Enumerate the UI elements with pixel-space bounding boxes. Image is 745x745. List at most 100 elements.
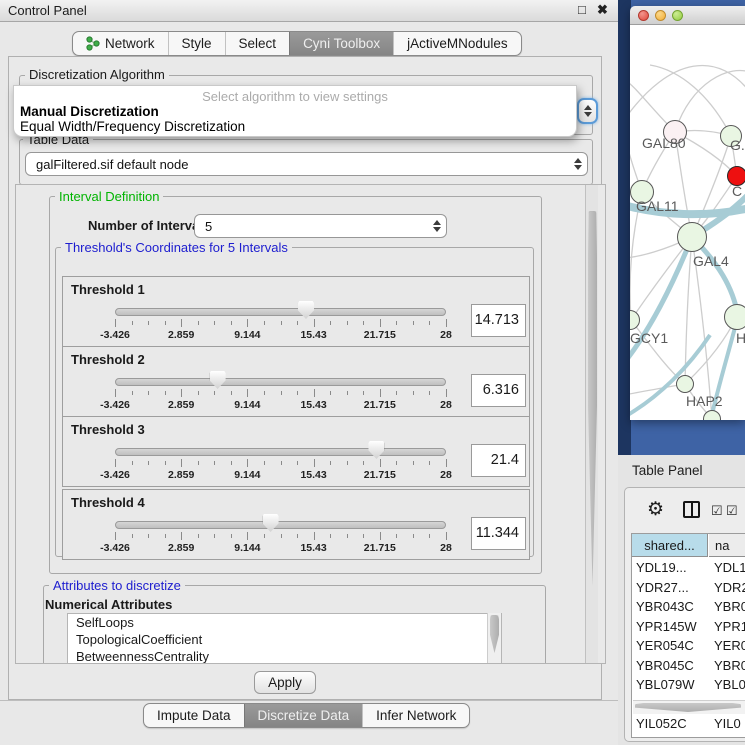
column-header-name[interactable]: na	[709, 534, 745, 557]
algorithm-combobox-stepper[interactable]	[577, 98, 598, 124]
chevron-updown-icon	[428, 220, 446, 232]
threshold-1-slider-thumb[interactable]	[298, 301, 314, 319]
tick-label: -3.426	[100, 469, 130, 481]
bottom-tab-bar: Impute Data Discretize Data Infer Networ…	[143, 703, 470, 728]
divider	[0, 700, 618, 701]
tab-jactivemnodules[interactable]: jActiveMNodules	[393, 32, 521, 55]
tick-label: -3.426	[100, 329, 130, 341]
table-data-combobox[interactable]: galFiltered.sif default node	[25, 152, 588, 176]
threshold-2-value-field[interactable]: 6.316	[471, 374, 526, 407]
tab-jactivemnodules-label: jActiveMNodules	[407, 36, 508, 51]
threshold-2-slider-thumb[interactable]	[210, 371, 226, 389]
node-gal4[interactable]	[677, 222, 707, 252]
threshold-4-value-field[interactable]: 11.344	[471, 517, 526, 550]
scrollbar-thumb[interactable]	[588, 211, 597, 586]
tick-label: 28	[440, 469, 452, 481]
chevron-updown-icon	[579, 105, 596, 117]
node-label-g: G.	[730, 137, 745, 153]
algorithm-dropdown-popup: Select algorithm to view settings Manual…	[13, 85, 577, 137]
algorithm-option-manual[interactable]: Manual Discretization	[20, 104, 570, 119]
top-tab-bar: Network Style Select Cyni Toolbox jActiv…	[72, 31, 522, 56]
cell-name: YIL0	[714, 714, 741, 734]
tab-infer-network-label: Infer Network	[376, 708, 456, 723]
tab-select[interactable]: Select	[225, 32, 290, 55]
network-window-titlebar[interactable]	[630, 6, 745, 25]
tab-style[interactable]: Style	[168, 32, 225, 55]
table-row[interactable]: YER054CYER0	[632, 636, 745, 656]
mac-minimize-button[interactable]	[655, 10, 666, 21]
numerical-attributes-label: Numerical Attributes	[45, 597, 172, 612]
table-row[interactable]: YPR145W YPR1	[632, 617, 745, 637]
table-row[interactable]: YBR043CYBR0	[632, 597, 745, 617]
threshold-3-slider-track[interactable]	[115, 448, 446, 456]
tab-cyni-toolbox[interactable]: Cyni Toolbox	[289, 32, 393, 55]
tick-label: 2.859	[168, 329, 194, 341]
attributes-list-scrollbar[interactable]	[487, 613, 501, 664]
settings-vertical-scrollbar[interactable]	[585, 185, 598, 663]
threshold-3-row: Threshold 3 -3.426 2.859 9.144 15.43 21.…	[62, 416, 530, 487]
threshold-2-slider-track[interactable]	[115, 378, 446, 386]
list-item[interactable]: SelfLoops	[68, 614, 501, 631]
table-horizontal-scrollbar[interactable]	[633, 700, 745, 714]
checkbox-icon[interactable]: ☑	[711, 503, 723, 519]
cell-shared-name: YDL19...	[636, 558, 687, 578]
tab-network-label: Network	[105, 36, 155, 51]
tab-network[interactable]: Network	[73, 32, 168, 55]
threshold-3-slider-thumb[interactable]	[368, 441, 384, 459]
table-row[interactable]: YIL052CYIL0	[632, 714, 745, 734]
tick-label: 2.859	[168, 469, 194, 481]
table-row[interactable]: YBR045CYBR0	[632, 656, 745, 676]
column-header-shared-name[interactable]: shared...	[632, 534, 708, 557]
control-panel-window: Control Panel □ ✖ Network Style Select	[0, 0, 618, 745]
node-h[interactable]	[724, 304, 745, 330]
table-row[interactable]: YBL079WYBL0	[632, 675, 745, 695]
chevron-updown-icon	[569, 158, 587, 170]
close-panel-icon[interactable]: ✖	[597, 2, 608, 18]
settings-scroll-viewport: Interval Definition Number of Intervals …	[15, 184, 606, 664]
algorithm-option-equal-width[interactable]: Equal Width/Frequency Discretization	[20, 119, 570, 134]
threshold-rows: Threshold 1 -3.426 2.859 9.144 15.43 21.…	[62, 276, 530, 560]
list-item[interactable]: BetweennessCentrality	[68, 648, 501, 664]
threshold-3-value-field[interactable]: 21.4	[471, 444, 526, 477]
tick-label: 28	[440, 542, 452, 554]
cyni-toolbox-content: Discretization Algorithm Select algorith…	[8, 56, 602, 700]
tab-discretize-data[interactable]: Discretize Data	[244, 704, 363, 727]
node-hap2[interactable]	[676, 375, 694, 393]
gear-icon[interactable]: ⚙	[647, 501, 664, 519]
threshold-1-axis-ticks	[115, 319, 446, 328]
checkbox-icon[interactable]: ☑	[726, 503, 738, 519]
scrollbar-thumb[interactable]	[490, 615, 499, 653]
threshold-4-slider-thumb[interactable]	[263, 514, 279, 532]
threshold-2-label: Threshold 2	[71, 352, 145, 367]
threshold-3-axis-ticks	[115, 459, 446, 468]
threshold-4-slider-track[interactable]	[115, 521, 446, 529]
scrollbar-thumb[interactable]	[635, 703, 741, 712]
table-row[interactable]: YDL19... YDL1	[632, 558, 745, 578]
table-row[interactable]: YDR27...YDR2	[632, 578, 745, 598]
tab-impute-data[interactable]: Impute Data	[144, 704, 244, 727]
cell-name: YDL1	[714, 558, 745, 578]
control-panel-titlebar: Control Panel □ ✖	[0, 0, 618, 22]
panel-title: Control Panel	[8, 3, 87, 18]
threshold-4-label: Threshold 4	[71, 495, 145, 510]
split-view-icon[interactable]	[683, 501, 700, 518]
cell-name: YPR1	[714, 617, 745, 637]
tab-style-label: Style	[182, 36, 212, 51]
cell-name: YBR0	[714, 597, 745, 617]
apply-button[interactable]: Apply	[254, 671, 316, 694]
threshold-2-axis-ticks	[115, 389, 446, 398]
number-of-intervals-combobox[interactable]: 5	[194, 214, 447, 238]
float-window-icon[interactable]: □	[578, 2, 586, 17]
mac-close-button[interactable]	[638, 10, 649, 21]
threshold-1-value-field[interactable]: 14.713	[471, 304, 526, 337]
tick-label: 15.43	[300, 399, 326, 411]
network-canvas[interactable]: GAL80 G. GAL11 GAL4 GCY1 H HAP2 C	[630, 25, 745, 420]
list-item[interactable]: TopologicalCoefficient	[68, 631, 501, 648]
cell-shared-name: YPR145W	[636, 617, 697, 637]
cell-name: YDR2	[714, 578, 745, 598]
tab-infer-network[interactable]: Infer Network	[362, 704, 469, 727]
threshold-1-slider-track[interactable]	[115, 308, 446, 316]
algorithm-prompt-option[interactable]: Select algorithm to view settings	[14, 89, 576, 104]
mac-zoom-button[interactable]	[672, 10, 683, 21]
node-label-hap2: HAP2	[686, 393, 723, 409]
